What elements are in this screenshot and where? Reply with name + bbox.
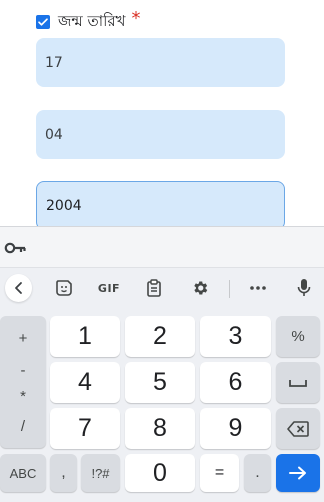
autofill-bar [0,226,324,268]
day-input[interactable]: 17 [36,38,285,87]
microphone-icon [297,279,311,296]
key-4[interactable]: 4 [50,362,120,403]
enter-key[interactable] [276,454,320,492]
period-key[interactable]: . [244,454,271,492]
key-8[interactable]: 8 [125,408,195,449]
minus-key[interactable]: - [0,362,46,379]
key-6[interactable]: 6 [200,362,271,403]
keyboard-toolbar: GIF [0,268,324,308]
comma-key[interactable]: , [50,454,77,492]
space-icon [289,379,307,387]
month-input[interactable]: 04 [36,110,285,159]
required-mark: * [131,8,141,29]
abc-key[interactable]: ABC [0,454,46,492]
backspace-key[interactable] [276,408,320,449]
chevron-left-icon [14,282,22,294]
month-value: 04 [45,126,63,143]
key-3[interactable]: 3 [200,316,271,357]
clipboard-icon [147,279,161,297]
operators-column: + - * / [0,316,46,448]
sticker-icon [56,280,72,296]
divide-key[interactable]: / [0,418,46,435]
year-value: 2004 [46,197,82,214]
settings-button[interactable] [189,274,211,302]
dob-label-row: জন্ম তারিখ * [36,8,141,32]
gear-icon [194,281,208,295]
more-horizontal-icon [250,286,266,290]
multiply-key[interactable]: * [0,388,46,405]
back-button[interactable] [5,274,32,302]
more-button[interactable] [246,274,270,302]
voice-input-button[interactable] [293,274,315,302]
backspace-icon [287,420,309,437]
arrow-right-icon [289,466,306,480]
equals-key[interactable]: = [200,454,239,492]
toolbar-divider [229,280,230,298]
key-9[interactable]: 9 [200,408,271,449]
year-input[interactable]: 2004 [36,181,285,230]
checkbox[interactable] [36,15,50,29]
date-of-birth-form: জন্ম তারিখ * 17 04 2004 [0,0,324,230]
key-1[interactable]: 1 [50,316,120,357]
day-value: 17 [45,54,63,71]
dob-label: জন্ম তারিখ [58,11,126,30]
gif-button[interactable]: GIF [96,274,122,302]
percent-key[interactable]: % [276,316,320,357]
key-7[interactable]: 7 [50,408,120,449]
key-2[interactable]: 2 [125,316,195,357]
plus-key[interactable]: + [0,330,46,347]
key-5[interactable]: 5 [125,362,195,403]
sticker-button[interactable] [52,274,76,302]
check-icon [38,18,48,26]
key-0[interactable]: 0 [125,454,195,492]
space-key[interactable] [276,362,320,403]
symbols-key[interactable]: !?# [81,454,120,492]
clipboard-button[interactable] [143,274,165,302]
password-key-icon[interactable] [4,239,26,257]
